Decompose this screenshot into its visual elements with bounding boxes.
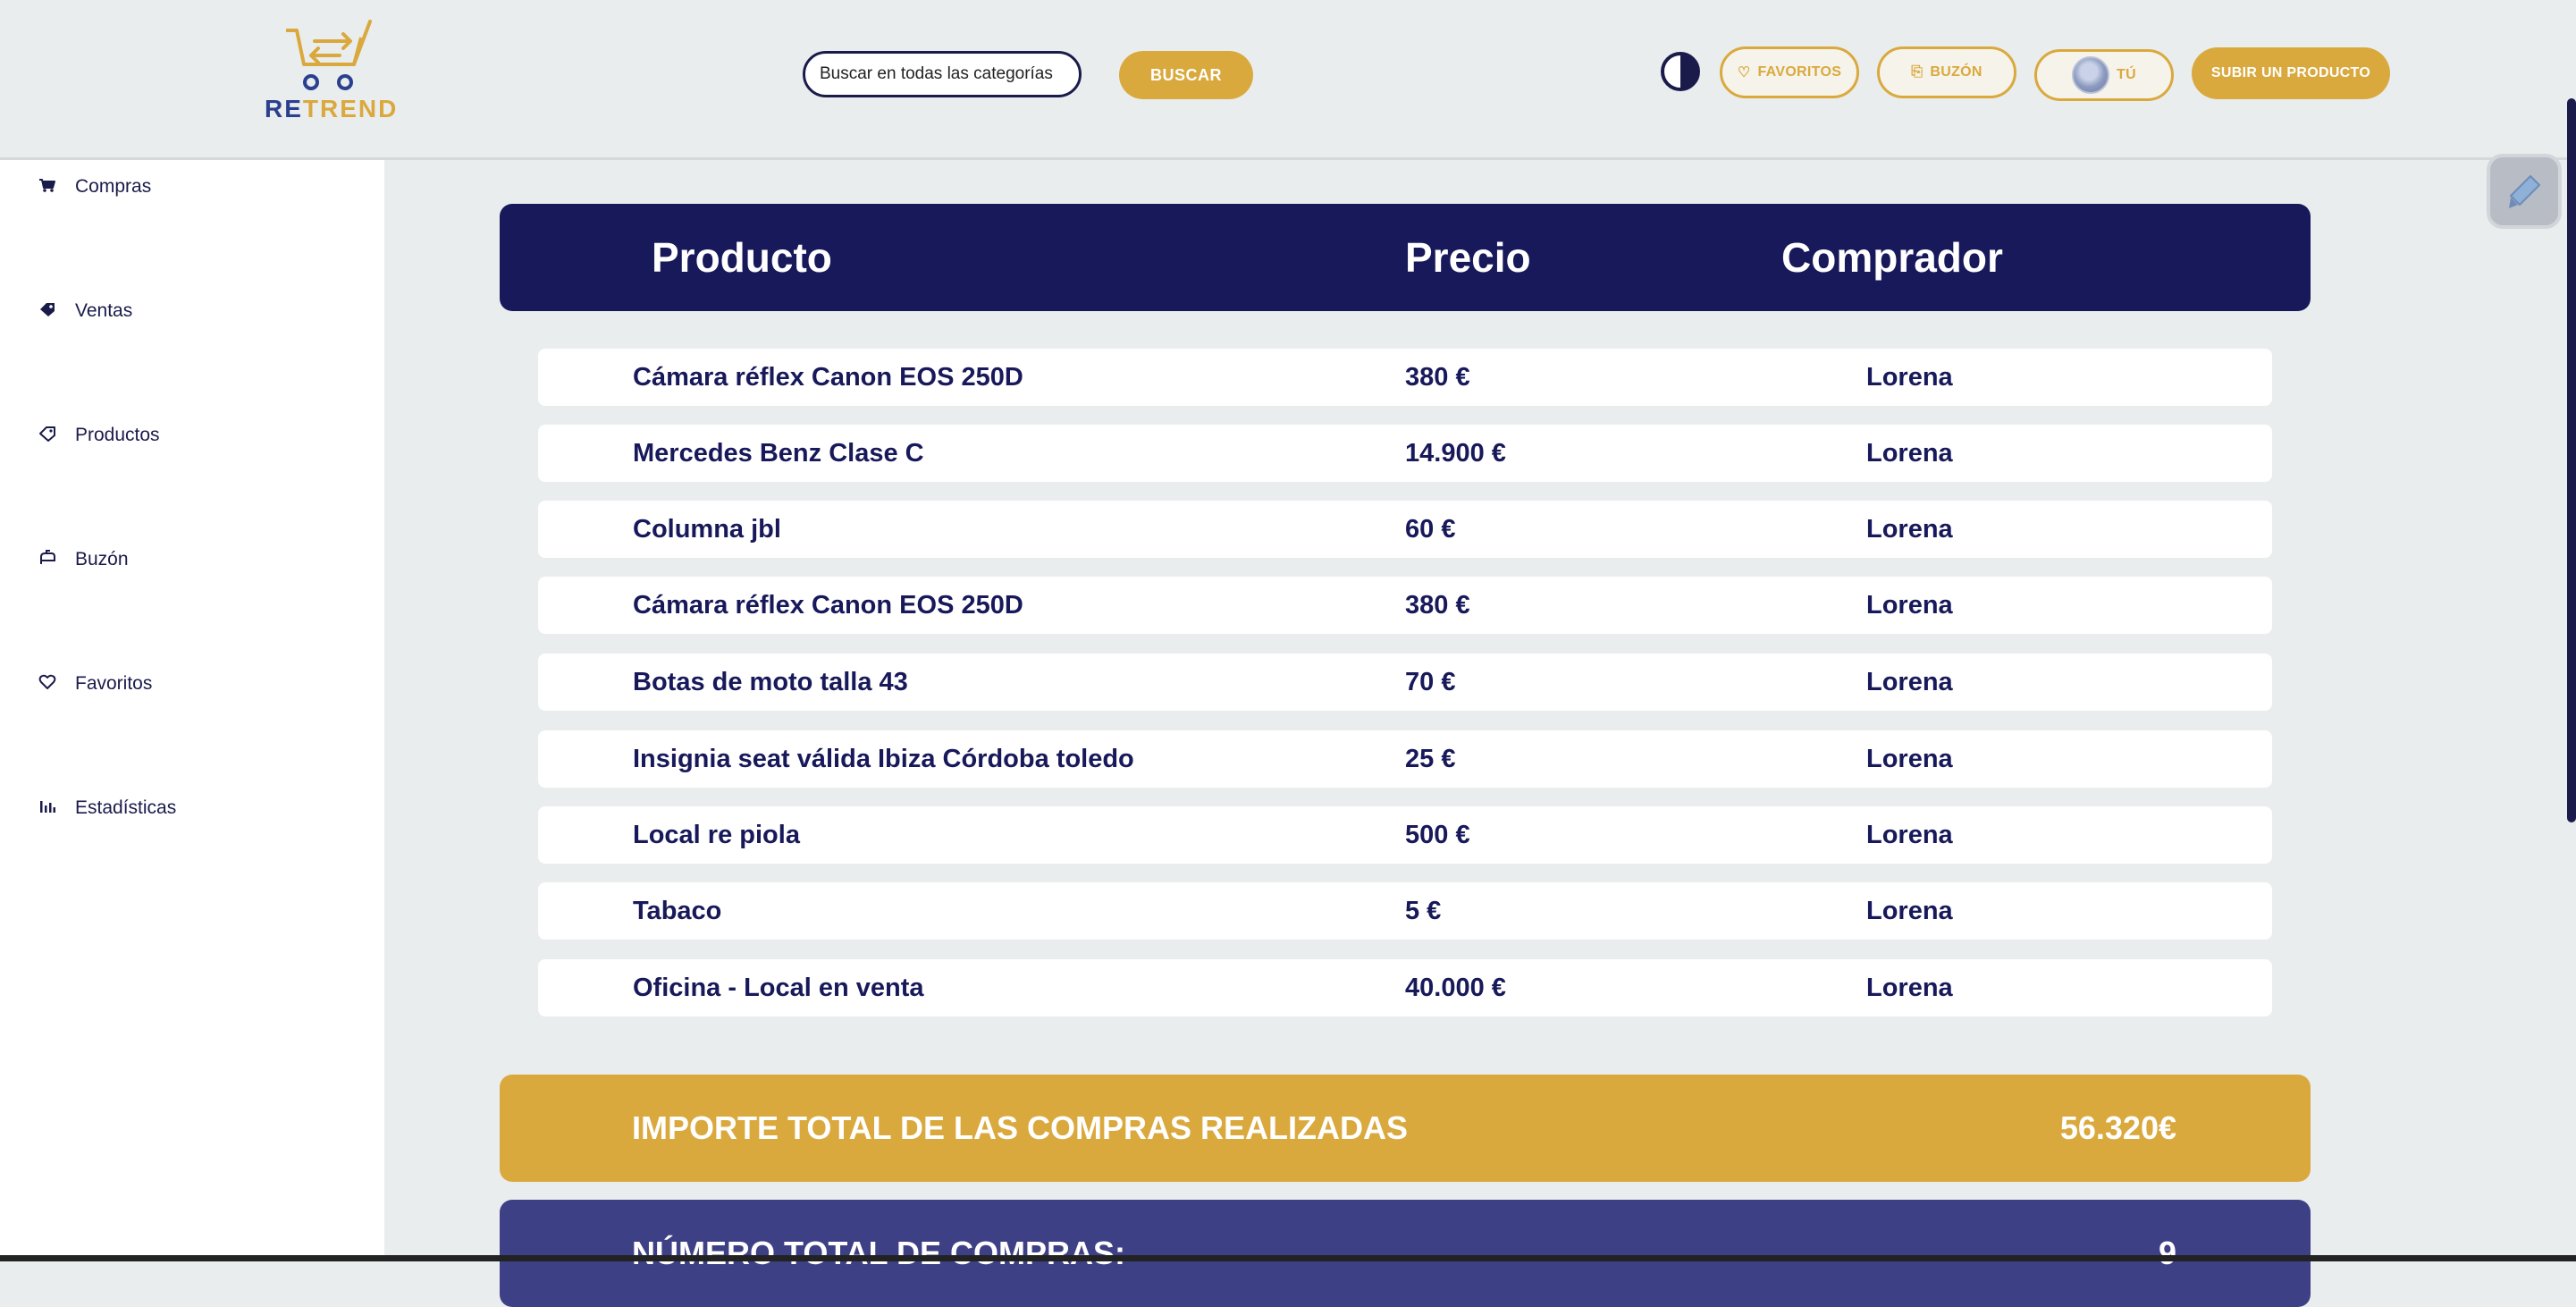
sidebar-item-label: Estadísticas: [75, 797, 177, 818]
product-cell: Columna jbl: [633, 515, 781, 544]
sidebar-item-estadisticas[interactable]: Estadísticas: [36, 790, 176, 826]
buyer-cell: Lorena: [1866, 897, 1953, 925]
buyer-cell: Lorena: [1866, 515, 1953, 544]
sidebar-item-favoritos[interactable]: Favoritos: [36, 666, 152, 702]
buyer-cell: Lorena: [1866, 668, 1953, 696]
price-cell: 60 €: [1405, 515, 1456, 544]
price-cell: 14.900 €: [1405, 439, 1506, 468]
table-row[interactable]: Cámara réflex Canon EOS 250D 380 € Loren…: [538, 577, 2272, 634]
profile-button[interactable]: TÚ: [2034, 49, 2174, 101]
table-row[interactable]: Cámara réflex Canon EOS 250D 380 € Loren…: [538, 349, 2272, 406]
product-cell: Botas de moto talla 43: [633, 668, 908, 696]
column-header-buyer: Comprador: [1781, 234, 2003, 281]
total-amount-bar: IMPORTE TOTAL DE LAS COMPRAS REALIZADAS …: [500, 1075, 2311, 1182]
bar-chart-icon: [36, 798, 59, 819]
heart-icon: ♡: [1737, 65, 1751, 80]
favoritos-label: FAVORITOS: [1757, 64, 1842, 80]
total-count-value: 9: [2158, 1235, 2176, 1271]
buyer-cell: Lorena: [1866, 363, 1953, 392]
logo-wordmark: RETREND: [265, 95, 396, 123]
column-header-price: Precio: [1405, 234, 1531, 281]
price-cell: 500 €: [1405, 821, 1470, 849]
price-cell: 25 €: [1405, 745, 1456, 773]
price-cell: 380 €: [1405, 363, 1470, 392]
buyer-cell: Lorena: [1866, 439, 1953, 468]
mailbox-icon: [36, 549, 59, 570]
price-cell: 380 €: [1405, 591, 1470, 620]
buyer-cell: Lorena: [1866, 745, 1953, 773]
tag-icon: [36, 301, 59, 322]
sidebar-item-label: Productos: [75, 425, 160, 445]
buzon-label: BUZÓN: [1930, 64, 1983, 80]
table-row[interactable]: Oficina - Local en venta 40.000 € Lorena: [538, 959, 2272, 1016]
label-icon: [36, 426, 59, 446]
product-cell: Cámara réflex Canon EOS 250D: [633, 591, 1023, 620]
avatar: [2072, 56, 2110, 94]
favoritos-button[interactable]: ♡ FAVORITOS: [1720, 46, 1859, 98]
mailbox-icon: ⎘: [1911, 64, 1924, 80]
sidebar-item-label: Buzón: [75, 549, 129, 569]
sidebar: Compras Ventas Productos Buzón Favoritos…: [0, 160, 384, 1261]
total-amount-value: 56.320€: [2059, 1109, 2176, 1146]
upload-product-button[interactable]: SUBIR UN PRODUCTO: [2192, 47, 2390, 99]
product-cell: Tabaco: [633, 897, 722, 925]
floating-tool-button[interactable]: [2487, 154, 2562, 229]
column-header-product: Producto: [652, 234, 832, 281]
product-cell: Mercedes Benz Clase C: [633, 439, 924, 468]
profile-label: TÚ: [2117, 67, 2136, 82]
buyer-cell: Lorena: [1866, 591, 1953, 620]
table-row[interactable]: Mercedes Benz Clase C 14.900 € Lorena: [538, 425, 2272, 482]
table-row[interactable]: Insignia seat válida Ibiza Córdoba toled…: [538, 730, 2272, 788]
search-button[interactable]: BUSCAR: [1119, 51, 1253, 99]
product-cell: Insignia seat válida Ibiza Córdoba toled…: [633, 745, 1134, 773]
search-input[interactable]: [803, 51, 1082, 97]
cart-icon: [36, 177, 59, 198]
price-cell: 70 €: [1405, 668, 1456, 696]
product-cell: Cámara réflex Canon EOS 250D: [633, 363, 1023, 392]
table-row[interactable]: Botas de moto talla 43 70 € Lorena: [538, 654, 2272, 711]
heart-icon: [36, 674, 59, 695]
total-amount-label: IMPORTE TOTAL DE LAS COMPRAS REALIZADAS: [632, 1109, 1409, 1146]
cart-logo-icon: [286, 20, 372, 90]
table-header: Producto Precio Comprador: [500, 204, 2311, 311]
sidebar-item-ventas[interactable]: Ventas: [36, 293, 132, 329]
top-header: RETREND BUSCAR ♡ FAVORITOS ⎘ BUZÓN TÚ SU…: [0, 0, 2576, 160]
product-cell: Local re piola: [633, 821, 800, 849]
logo-trend: TREND: [302, 95, 399, 122]
sidebar-item-label: Compras: [75, 176, 152, 197]
pencil-icon: [2509, 175, 2540, 208]
table-row[interactable]: Columna jbl 60 € Lorena: [538, 501, 2272, 558]
page-scrollbar[interactable]: [2567, 98, 2576, 822]
buyer-cell: Lorena: [1866, 974, 1953, 1002]
buyer-cell: Lorena: [1866, 821, 1953, 849]
total-count-label: NÚMERO TOTAL DE COMPRAS:: [632, 1235, 1126, 1271]
sidebar-item-label: Ventas: [75, 300, 133, 321]
sidebar-item-buzon[interactable]: Buzón: [36, 542, 129, 578]
sidebar-item-label: Favoritos: [75, 673, 153, 694]
table-row[interactable]: Tabaco 5 € Lorena: [538, 882, 2272, 940]
retrend-logo[interactable]: RETREND: [265, 18, 396, 123]
table-row[interactable]: Local re piola 500 € Lorena: [538, 806, 2272, 864]
logo-re: RE: [265, 95, 303, 122]
divider: [0, 1255, 2576, 1261]
buzon-button[interactable]: ⎘ BUZÓN: [1877, 46, 2016, 98]
price-cell: 40.000 €: [1405, 974, 1506, 1002]
price-cell: 5 €: [1405, 897, 1442, 925]
total-count-bar: NÚMERO TOTAL DE COMPRAS: 9: [500, 1200, 2311, 1307]
contrast-toggle-icon[interactable]: [1661, 52, 1700, 91]
sidebar-item-compras[interactable]: Compras: [36, 169, 151, 205]
product-cell: Oficina - Local en venta: [633, 974, 924, 1002]
sidebar-item-productos[interactable]: Productos: [36, 417, 160, 453]
